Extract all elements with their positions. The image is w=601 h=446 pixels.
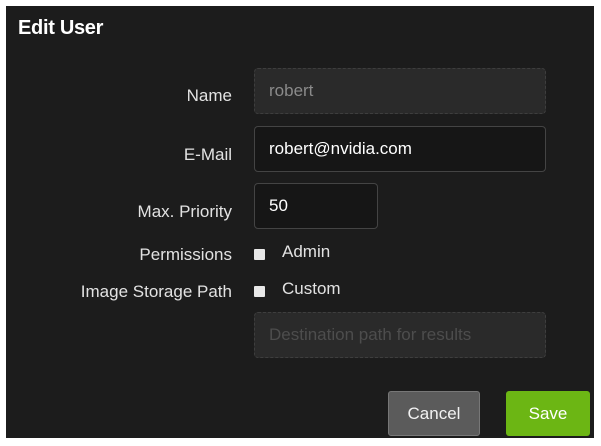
- custom-path-checkbox-label[interactable]: Custom: [282, 279, 341, 299]
- email-field[interactable]: robert@nvidia.com: [254, 126, 546, 172]
- permissions-label: Permissions: [139, 245, 232, 264]
- max-priority-value: 50: [269, 196, 288, 215]
- image-storage-path-label: Image Storage Path: [80, 282, 232, 301]
- name-field: robert: [254, 68, 546, 114]
- admin-checkbox[interactable]: [254, 249, 265, 260]
- edit-user-dialog: Edit User Name robert E-Mail robert@nvid…: [6, 6, 594, 438]
- admin-checkbox-label[interactable]: Admin: [282, 242, 330, 262]
- name-value: robert: [269, 81, 314, 100]
- custom-path-checkbox[interactable]: [254, 286, 265, 297]
- max-priority-field[interactable]: 50: [254, 183, 378, 229]
- email-value: robert@nvidia.com: [269, 139, 412, 158]
- name-label: Name: [186, 86, 232, 105]
- max-priority-label: Max. Priority: [137, 202, 232, 221]
- cancel-button[interactable]: Cancel: [388, 391, 480, 436]
- dialog-title: Edit User: [18, 17, 104, 39]
- destination-path-field: Destination path for results: [254, 312, 546, 358]
- email-label: E-Mail: [183, 145, 232, 164]
- save-button[interactable]: Save: [506, 391, 590, 436]
- destination-path-placeholder: Destination path for results: [269, 325, 472, 344]
